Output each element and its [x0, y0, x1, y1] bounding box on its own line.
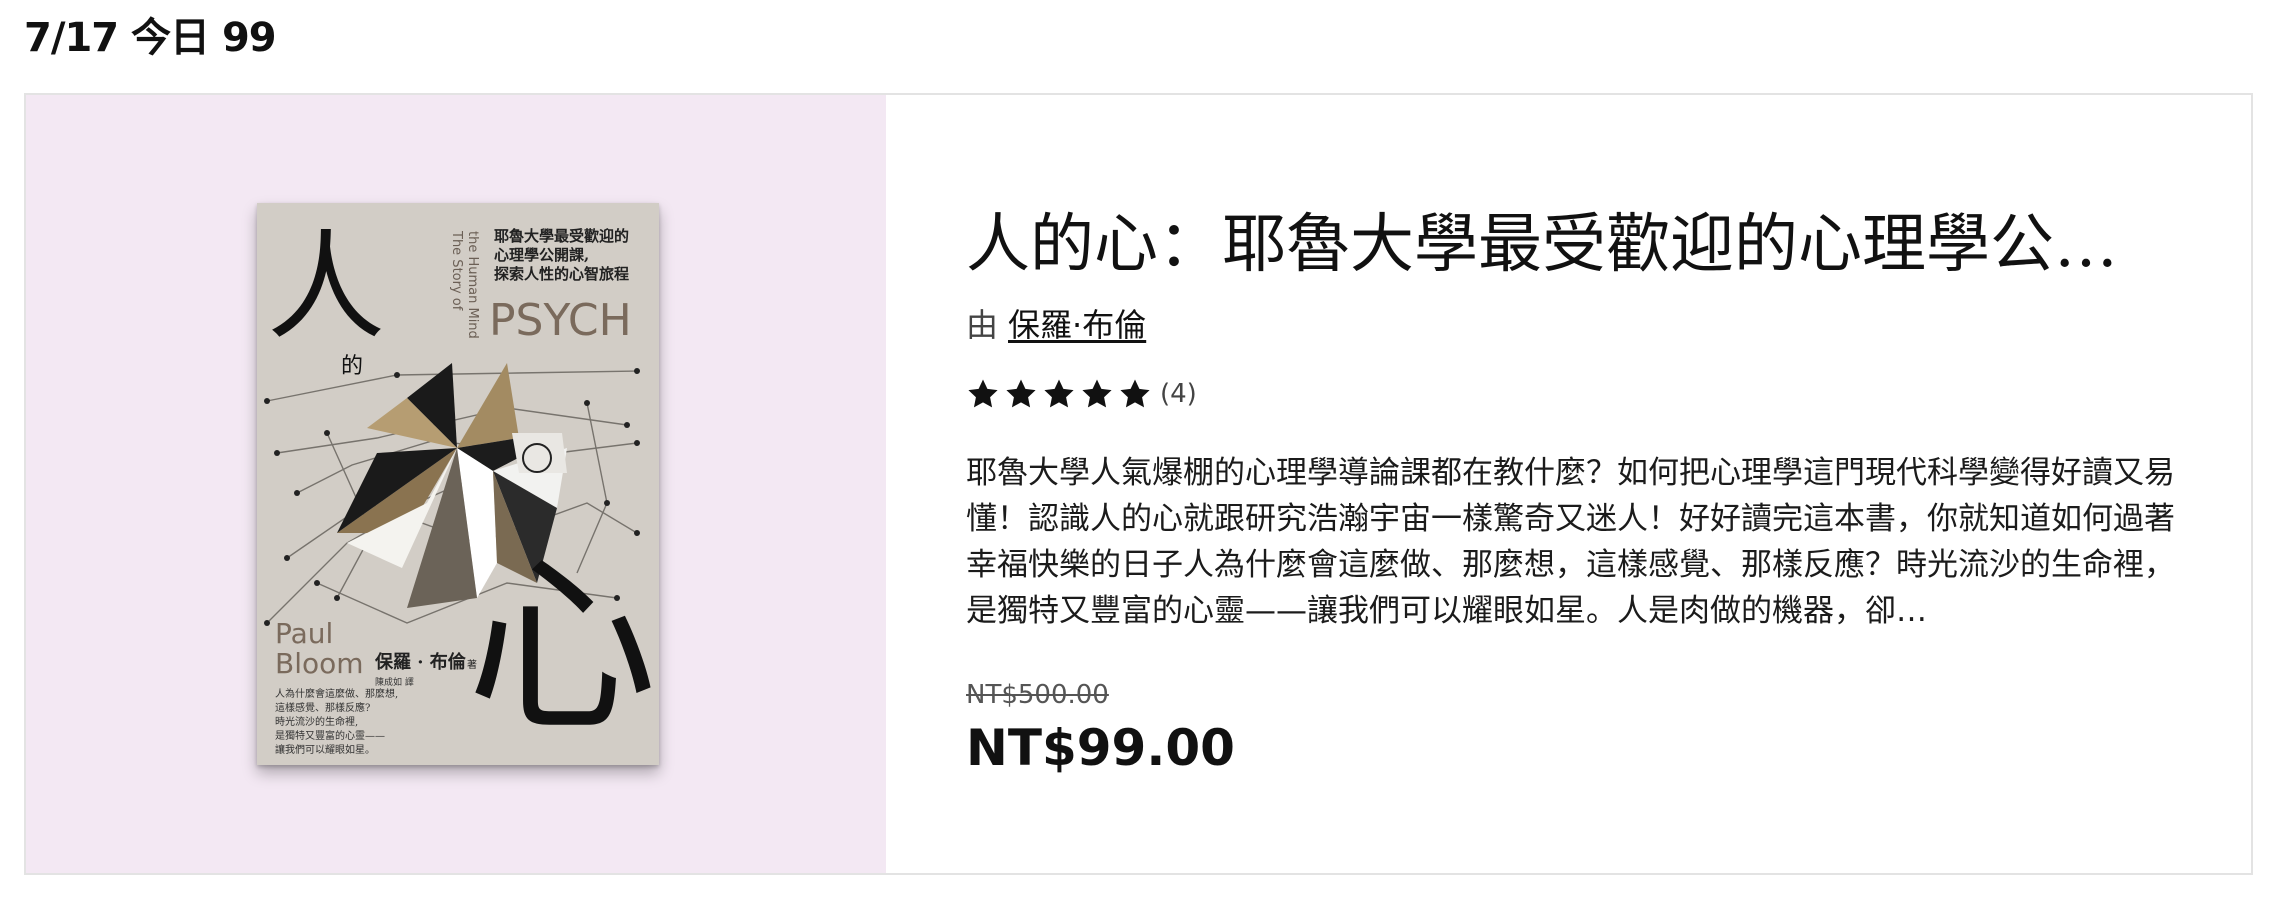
by-label: 由: [966, 306, 999, 344]
star-icon: [1044, 379, 1074, 408]
cover-blurb-2: 這樣感覺、那樣反應?: [275, 701, 370, 714]
cover-panel: 人 的 心 耶魯大學最受歡迎的 心理學公開課, 探索人性的心智旅程 The St…: [26, 95, 886, 873]
page-heading: 7/17 今日 99: [24, 15, 277, 61]
cover-author-en-2: Bloom: [275, 647, 364, 680]
original-price: NT$500.00: [966, 680, 1109, 710]
cover-psych: PSYCH: [489, 295, 632, 346]
cover-author-en-1: Paul: [275, 617, 333, 650]
cover-blurb-5: 讓我們可以耀眼如星。: [275, 743, 375, 756]
cover-char-top: 人: [267, 218, 385, 356]
sale-price: NT$99.00: [966, 719, 1235, 777]
cover-subtitle-2: 心理學公開課,: [494, 246, 589, 264]
star-rating: (4): [966, 377, 1197, 411]
book-description: 耶魯大學人氣爆棚的心理學導論課都在教什麼？如何把心理學這門現代科學變得好讀又易懂…: [966, 455, 2175, 629]
star-icon: [968, 379, 998, 408]
cover-author-cn: 保羅 · 布倫: [374, 651, 467, 673]
cover-translator: 陳成如 譯: [375, 676, 414, 688]
book-card[interactable]: 人 的 心 耶魯大學最受歡迎的 心理學公開課, 探索人性的心智旅程 The St…: [24, 93, 2253, 875]
cover-blurb-4: 是獨特又豐富的心靈——: [275, 729, 385, 742]
cover-char-bottom: 心: [467, 537, 657, 758]
cover-subtitle-3: 探索人性的心智旅程: [494, 265, 629, 283]
cover-blurb-3: 時光流沙的生命裡,: [275, 715, 358, 728]
cover-blurb-1: 人為什麼會這麼做、那麼想,: [275, 687, 398, 700]
star-icon: [1082, 379, 1112, 408]
cover-author-suffix: 著: [467, 658, 477, 671]
byline: 由保羅·布倫: [966, 301, 1146, 349]
star-icon: [1006, 379, 1036, 408]
cover-subtitle-1: 耶魯大學最受歡迎的: [494, 227, 629, 245]
book-cover-art: 人 的 心 耶魯大學最受歡迎的 心理學公開課, 探索人性的心智旅程 The St…: [257, 203, 659, 765]
star-icon: [1120, 379, 1150, 408]
book-title[interactable]: 人的心：耶魯大學最受歡迎的心理學公…: [966, 200, 2176, 290]
cover-char-small: 的: [341, 354, 363, 379]
book-cover[interactable]: 人 的 心 耶魯大學最受歡迎的 心理學公開課, 探索人性的心智旅程 The St…: [257, 203, 659, 765]
author-link[interactable]: 保羅·布倫: [1008, 306, 1146, 344]
cover-en-title-1: The Story of: [449, 230, 464, 311]
rating-count[interactable]: (4): [1160, 379, 1197, 409]
cover-en-title-2: the Human Mind: [465, 231, 480, 339]
